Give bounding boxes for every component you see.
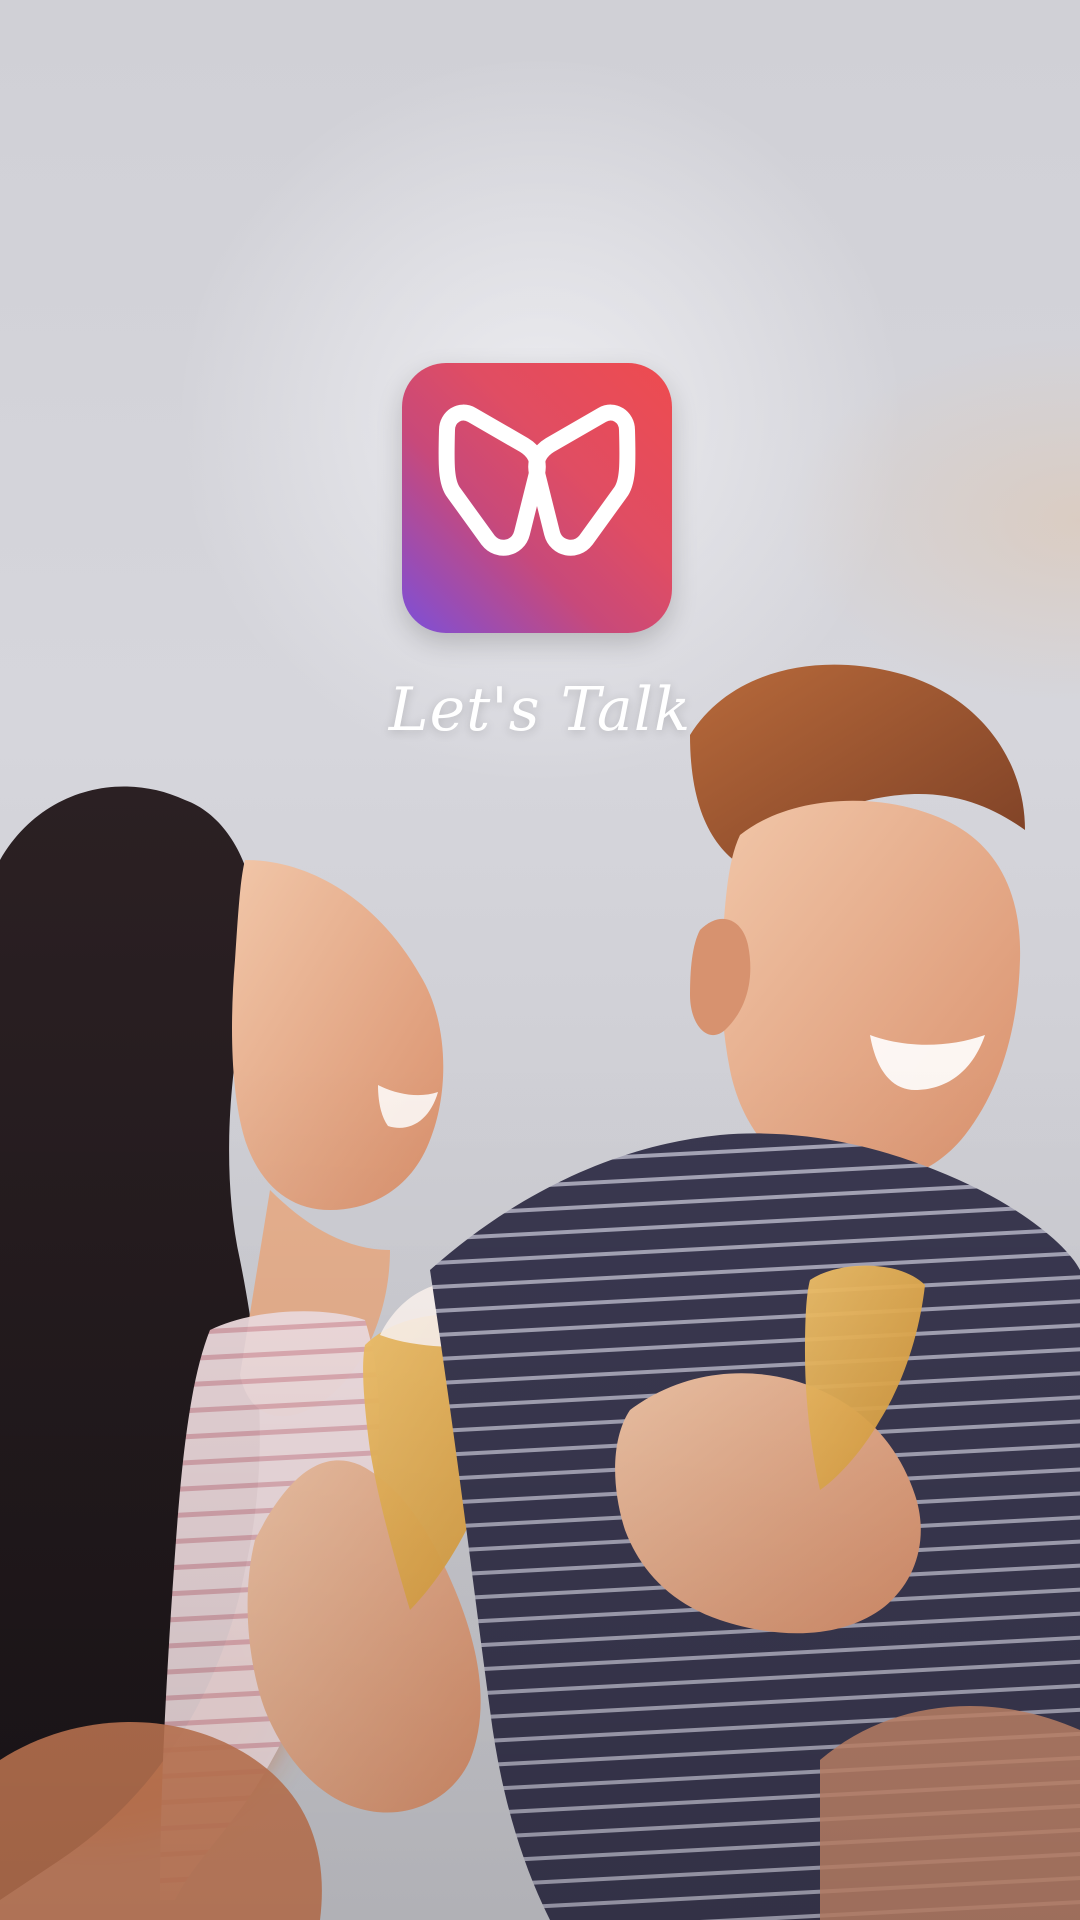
tagline: Let's Talk <box>388 675 692 745</box>
app-logo <box>402 363 672 633</box>
w-logo-icon <box>438 404 636 556</box>
background-photo <box>0 664 1080 1920</box>
